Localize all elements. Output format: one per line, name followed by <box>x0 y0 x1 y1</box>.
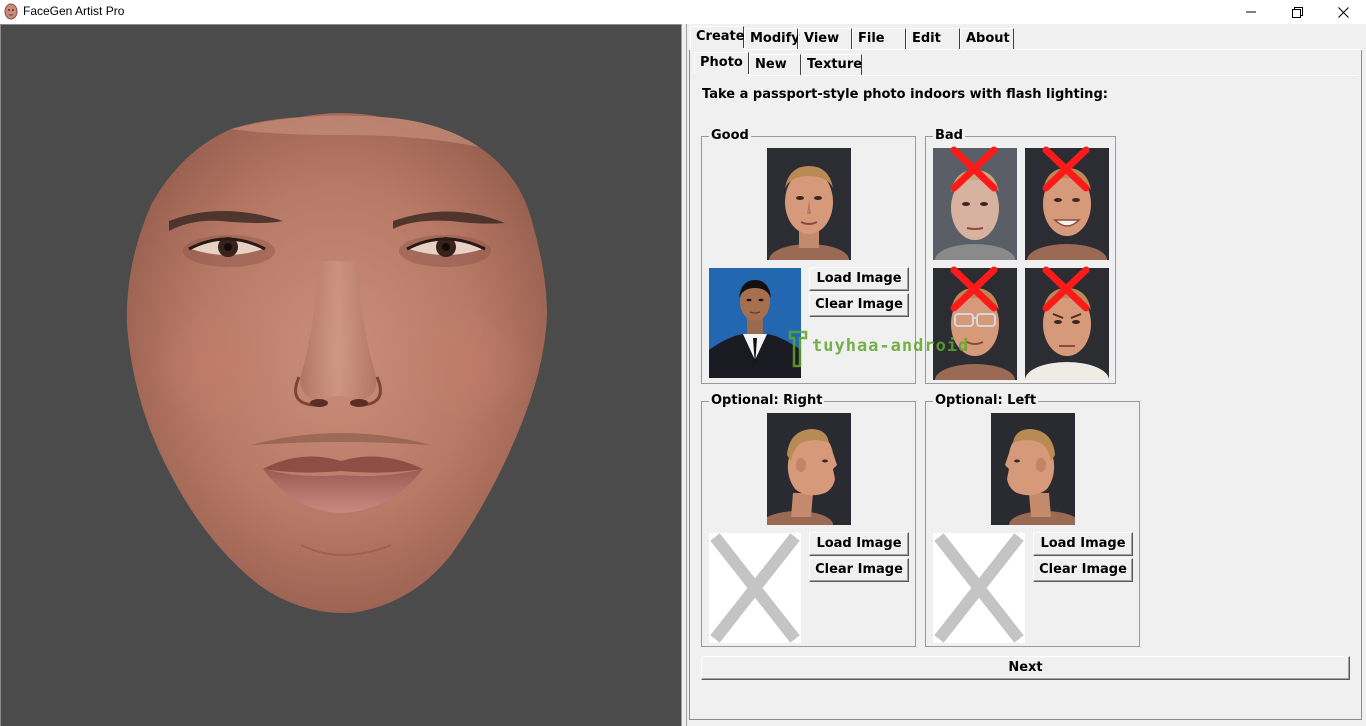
title-bar: FaceGen Artist Pro <box>0 0 1366 24</box>
left-profile-example-photo <box>991 413 1075 525</box>
restore-icon <box>1291 6 1303 18</box>
minimize-icon <box>1246 11 1256 13</box>
close-button[interactable] <box>1320 0 1366 24</box>
3d-face-viewport[interactable] <box>0 24 681 726</box>
empty-image-x-icon <box>934 533 1024 643</box>
tab-file[interactable]: File <box>852 28 906 50</box>
bad-x-mark-icon <box>1042 266 1090 312</box>
bad-x-mark-icon <box>1042 146 1090 192</box>
left-clear-image-button[interactable]: Clear Image <box>1033 558 1133 582</box>
bad-group-label: Bad <box>933 128 965 144</box>
main-tab-row-edge <box>744 49 1362 50</box>
next-button[interactable]: Next <box>701 656 1350 680</box>
bad-x-mark-icon <box>950 266 998 312</box>
left-load-image-button[interactable]: Load Image <box>1033 532 1133 556</box>
tab-about[interactable]: About <box>960 28 1014 50</box>
minimize-button[interactable] <box>1228 0 1274 24</box>
left-photo-placeholder <box>933 533 1025 643</box>
rendered-face-model <box>126 113 547 614</box>
good-load-image-button[interactable]: Load Image <box>809 267 909 291</box>
optional-left-label: Optional: Left <box>933 393 1039 409</box>
tab-view[interactable]: View <box>798 28 852 50</box>
sub-tab-row-edge <box>749 75 1358 76</box>
right-photo-placeholder <box>709 533 801 643</box>
right-load-image-button[interactable]: Load Image <box>809 532 909 556</box>
bad-x-mark-icon <box>950 146 998 192</box>
tab-new[interactable]: New <box>749 54 801 76</box>
window-title: FaceGen Artist Pro <box>23 4 125 18</box>
tab-edit[interactable]: Edit <box>906 28 960 50</box>
close-icon <box>1337 6 1349 18</box>
watermark: tuyhaa-android <box>786 326 1001 370</box>
instruction-text: Take a passport-style photo indoors with… <box>702 87 1108 102</box>
restore-button[interactable] <box>1274 0 1320 24</box>
good-example-photo <box>767 148 851 260</box>
good-group-label: Good <box>709 128 751 144</box>
right-clear-image-button[interactable]: Clear Image <box>809 558 909 582</box>
watermark-text: tuyhaa-android <box>812 336 970 356</box>
right-profile-example-photo <box>767 413 851 525</box>
tab-modify[interactable]: Modify <box>744 28 800 50</box>
tab-photo[interactable]: Photo <box>694 52 749 74</box>
optional-right-label: Optional: Right <box>709 393 825 409</box>
tab-create[interactable]: Create <box>690 26 745 48</box>
tab-texture[interactable]: Texture <box>801 54 862 76</box>
app-face-icon <box>4 3 18 20</box>
empty-image-x-icon <box>710 533 800 643</box>
good-clear-image-button[interactable]: Clear Image <box>809 293 909 317</box>
